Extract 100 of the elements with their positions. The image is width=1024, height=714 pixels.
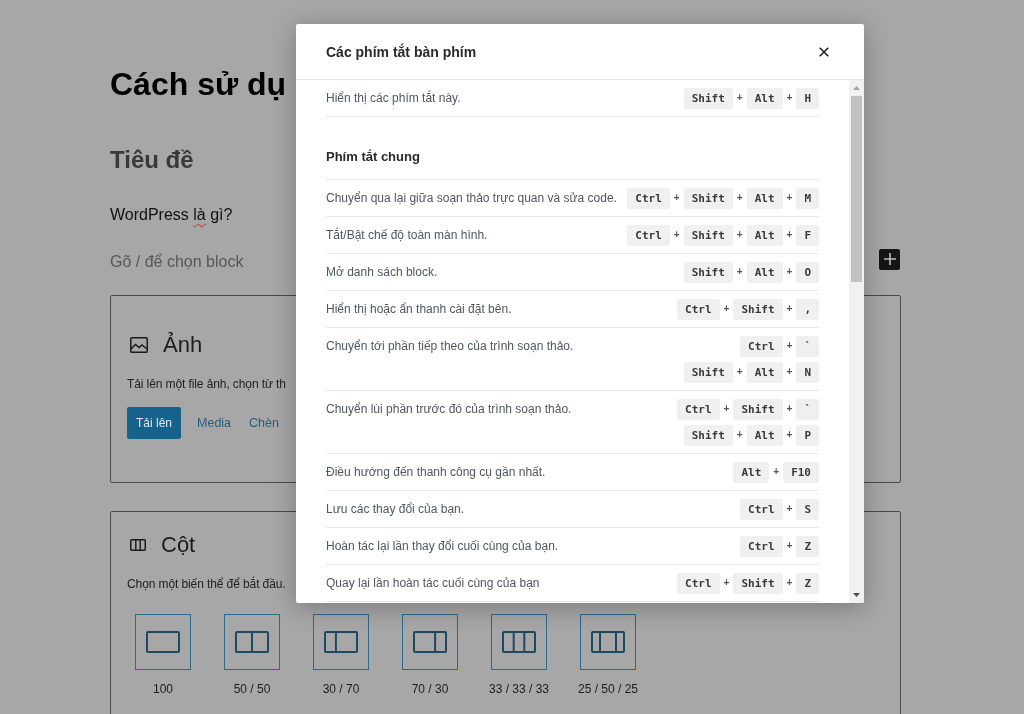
shortcut-description: Tắt/Bật chế độ toàn màn hình. <box>326 226 488 244</box>
column-layout-button[interactable] <box>135 614 191 670</box>
block-title: Cột <box>161 532 196 558</box>
key-cap: , <box>796 298 819 320</box>
key-separator: + <box>786 365 793 379</box>
key-cap: Ctrl <box>740 498 783 520</box>
two-column-icon <box>324 631 358 653</box>
key-cap: S <box>796 498 819 520</box>
key-separator: + <box>786 539 793 553</box>
close-icon <box>819 46 829 57</box>
key-cap: M <box>796 187 819 209</box>
key-cap: O <box>796 261 819 283</box>
key-cap: Alt <box>746 424 783 446</box>
key-separator: + <box>736 228 743 242</box>
key-separator: + <box>786 91 793 105</box>
key-cap: Ctrl <box>740 335 783 357</box>
key-cap: Alt <box>746 361 783 383</box>
key-separator: + <box>736 91 743 105</box>
key-separator: + <box>786 191 793 205</box>
paragraph-text: WordPress là gì? <box>110 205 233 225</box>
key-cap: Ctrl <box>677 572 720 594</box>
key-cap: Shift <box>733 298 783 320</box>
shortcut-description: Chuyển qua lại giữa soạn thảo trực quan và sửa code. <box>326 190 617 207</box>
layout-label: 50 / 50 <box>233 681 271 697</box>
column-layout-button[interactable] <box>402 614 458 670</box>
key-separator: + <box>786 228 793 242</box>
shortcut-description: Điều hướng đến thanh công cụ gần nhất. <box>326 464 546 481</box>
dialog-title: Các phím tắt bàn phím <box>326 43 477 60</box>
shortcut-description: Quay lại lần hoàn tác cuối cùng của bạn <box>326 575 540 592</box>
key-separator: + <box>786 502 793 516</box>
key-cap: Shift <box>683 361 733 383</box>
scrollbar-thumb[interactable] <box>851 96 862 282</box>
shortcut-description: Chuyển lùi phần trước đó của trình soạn thảo. <box>326 401 572 418</box>
key-cap: Ctrl <box>627 224 670 246</box>
key-separator: + <box>723 402 730 416</box>
key-separator: + <box>786 302 793 316</box>
add-block-button[interactable] <box>879 248 900 270</box>
key-cap: Alt <box>746 261 783 283</box>
key-cap: Shift <box>683 224 733 246</box>
key-separator: + <box>786 402 793 416</box>
key-cap: Shift <box>683 187 733 209</box>
key-cap: P <box>796 424 819 446</box>
key-cap: Ctrl <box>627 187 670 209</box>
upload-button[interactable]: Tải lên <box>127 407 182 439</box>
key-cap: F10 <box>783 461 819 483</box>
key-separator: + <box>736 365 743 379</box>
image-icon <box>130 337 148 353</box>
key-separator: + <box>723 576 730 590</box>
key-cap: Ctrl <box>677 398 720 420</box>
plus-icon <box>883 253 896 265</box>
key-separator: + <box>786 265 793 279</box>
scroll-down-icon[interactable] <box>853 593 860 597</box>
layout-label: 70 / 30 <box>411 681 449 697</box>
paragraph-input[interactable]: Gõ / để chọn block <box>110 250 252 274</box>
section-heading: Phím tắt chung <box>326 148 420 166</box>
layout-label: 25 / 50 / 25 <box>578 681 639 697</box>
key-cap: ` <box>796 335 819 357</box>
key-cap: H <box>796 87 819 109</box>
key-cap: Ctrl <box>677 298 720 320</box>
key-cap: Shift <box>733 398 783 420</box>
key-cap: ` <box>796 398 819 420</box>
block-instructions: Chọn một biến thể để bắt đầu. <box>127 575 286 593</box>
layout-label: 30 / 70 <box>322 681 360 697</box>
key-separator: + <box>736 428 743 442</box>
two-column-icon <box>413 631 447 653</box>
key-cap: Shift <box>733 572 783 594</box>
shortcut-description: Hoàn tác lại lần thay đổi cuối cùng của bạn. <box>326 538 559 555</box>
column-layout-button[interactable] <box>580 614 636 670</box>
three-column-icon <box>502 631 536 653</box>
block-instructions: Tải lên một file ảnh, chọn từ th <box>127 376 286 393</box>
column-layout-button[interactable] <box>313 614 369 670</box>
column-layout-button[interactable] <box>224 614 280 670</box>
column-layout-button[interactable] <box>491 614 547 670</box>
shortcut-description: Hiển thị các phím tắt này. <box>326 89 461 107</box>
insert-link[interactable]: Chèn <box>247 413 281 433</box>
key-cap: Alt <box>733 461 770 483</box>
shortcut-description: Chuyển tới phần tiếp theo của trình soạn thảo. <box>326 338 574 355</box>
single-column-icon <box>146 631 180 653</box>
block-title: Ảnh <box>163 332 203 358</box>
media-link[interactable]: Media <box>195 413 234 433</box>
key-cap: Alt <box>746 187 783 209</box>
key-cap: Z <box>796 572 819 594</box>
shortcut-description: Mở danh sách block. <box>326 264 438 281</box>
layout-label: 33 / 33 / 33 <box>489 681 550 697</box>
key-separator: + <box>786 428 793 442</box>
shortcut-description: Lưu các thay đổi của bạn. <box>326 501 465 518</box>
key-cap: F <box>796 224 819 246</box>
key-separator: + <box>673 228 680 242</box>
key-cap: Ctrl <box>740 535 783 557</box>
key-separator: + <box>673 191 680 205</box>
scroll-up-icon[interactable] <box>853 86 860 90</box>
key-cap: Alt <box>746 87 783 109</box>
key-cap: Alt <box>746 224 783 246</box>
three-column-icon <box>591 631 625 653</box>
key-cap: Z <box>796 535 819 557</box>
key-separator: + <box>786 339 793 353</box>
heading-text: Tiêu đề <box>110 145 194 175</box>
shortcut-description: Hiển thị hoặc ẩn thanh cài đặt bên. <box>326 301 512 318</box>
key-cap: N <box>796 361 819 383</box>
key-separator: + <box>736 265 743 279</box>
